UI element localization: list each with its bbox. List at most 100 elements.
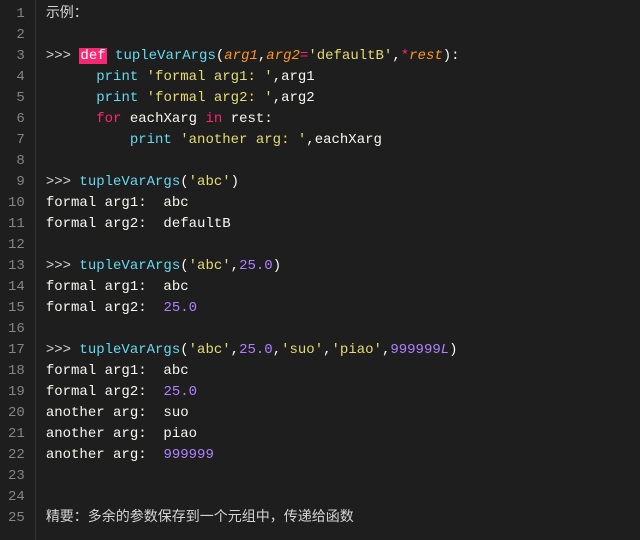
- line-number: 3: [8, 46, 25, 67]
- line-number: 14: [8, 277, 25, 298]
- identifier: rest: [231, 111, 265, 127]
- identifier: eachXarg: [315, 132, 382, 148]
- gutter: 1 2 3 4 5 6 7 8 9 10 11 12 13 14 15 16 1…: [0, 0, 36, 540]
- code-line: formal arg1: abc: [46, 277, 640, 298]
- comma: ,: [231, 258, 239, 274]
- keyword-in: in: [205, 111, 222, 127]
- code-line: 示例：: [46, 4, 640, 25]
- line-number: 8: [8, 151, 25, 172]
- line-number: 22: [8, 445, 25, 466]
- line-number: 25: [8, 508, 25, 529]
- code-line: formal arg2: 25.0: [46, 382, 640, 403]
- code-area[interactable]: 示例： >>> def tupleVarArgs(arg1,arg2='defa…: [36, 0, 640, 540]
- paren-open: (: [180, 174, 188, 190]
- space: [107, 48, 115, 64]
- keyword-print: print: [96, 90, 138, 106]
- comma: ,: [273, 342, 281, 358]
- paren-close: ): [231, 174, 239, 190]
- string-literal: 'defaultB': [308, 48, 392, 64]
- line-number: 7: [8, 130, 25, 151]
- param: rest: [409, 48, 443, 64]
- repl-prompt: >>>: [46, 48, 80, 64]
- number-literal: 25.0: [239, 258, 273, 274]
- line-number: 9: [8, 172, 25, 193]
- function-name: tupleVarArgs: [115, 48, 216, 64]
- code-line: formal arg2: 25.0: [46, 298, 640, 319]
- line-number: 17: [8, 340, 25, 361]
- line-number: 2: [8, 25, 25, 46]
- line-number: 10: [8, 193, 25, 214]
- space: [172, 132, 180, 148]
- comment-text: 精要：多余的参数保存到一个元组中，传递给函数: [46, 510, 354, 526]
- param: arg1: [224, 48, 258, 64]
- code-line: 精要：多余的参数保存到一个元组中，传递给函数: [46, 508, 640, 529]
- comma: ,: [323, 342, 331, 358]
- code-line: >>> tupleVarArgs('abc',25.0): [46, 256, 640, 277]
- output-text: another arg: suo: [46, 405, 189, 421]
- indent: [46, 132, 130, 148]
- indent: [46, 111, 96, 127]
- output-text: formal arg2:: [46, 384, 164, 400]
- number-literal: 25.0: [163, 300, 197, 316]
- line-number: 4: [8, 67, 25, 88]
- code-line: another arg: suo: [46, 403, 640, 424]
- line-number: 18: [8, 361, 25, 382]
- space: [121, 111, 129, 127]
- code-line: [46, 25, 640, 46]
- number-literal: 25.0: [163, 384, 197, 400]
- code-line: [46, 466, 640, 487]
- string-literal: 'suo': [281, 342, 323, 358]
- number-literal: 25.0: [239, 342, 273, 358]
- code-line: [46, 319, 640, 340]
- space: [222, 111, 230, 127]
- string-literal: 'formal arg2: ': [147, 90, 273, 106]
- keyword-for: for: [96, 111, 121, 127]
- long-suffix: L: [441, 342, 449, 358]
- comma: ,: [231, 342, 239, 358]
- string-literal: 'abc': [189, 342, 231, 358]
- line-number: 21: [8, 424, 25, 445]
- output-text: formal arg2: defaultB: [46, 216, 231, 232]
- function-call: tupleVarArgs: [79, 342, 180, 358]
- output-text: formal arg1: abc: [46, 363, 189, 379]
- comment-text: 示例：: [46, 6, 88, 22]
- keyword-print: print: [130, 132, 172, 148]
- comma: ,: [273, 69, 281, 85]
- paren-close: ):: [443, 48, 460, 64]
- function-call: tupleVarArgs: [79, 258, 180, 274]
- code-line: formal arg1: abc: [46, 361, 640, 382]
- code-line: another arg: 999999: [46, 445, 640, 466]
- repl-prompt: >>>: [46, 174, 80, 190]
- code-line: print 'formal arg2: ',arg2: [46, 88, 640, 109]
- number-literal: 999999: [390, 342, 440, 358]
- colon: :: [264, 111, 272, 127]
- indent: [46, 69, 96, 85]
- keyword-print: print: [96, 69, 138, 85]
- code-line: [46, 235, 640, 256]
- identifier: arg1: [281, 69, 315, 85]
- paren-close: ): [273, 258, 281, 274]
- line-number: 16: [8, 319, 25, 340]
- output-text: another arg:: [46, 447, 164, 463]
- space: [138, 69, 146, 85]
- repl-prompt: >>>: [46, 342, 80, 358]
- comma: ,: [273, 90, 281, 106]
- code-line: >>> def tupleVarArgs(arg1,arg2='defaultB…: [46, 46, 640, 67]
- output-text: formal arg1: abc: [46, 195, 189, 211]
- code-editor: 1 2 3 4 5 6 7 8 9 10 11 12 13 14 15 16 1…: [0, 0, 640, 540]
- paren-open: (: [180, 342, 188, 358]
- line-number: 6: [8, 109, 25, 130]
- string-literal: 'formal arg1: ': [147, 69, 273, 85]
- comma: ,: [306, 132, 314, 148]
- code-line: print 'another arg: ',eachXarg: [46, 130, 640, 151]
- code-line: [46, 151, 640, 172]
- param: arg2: [266, 48, 300, 64]
- code-line: >>> tupleVarArgs('abc',25.0,'suo','piao'…: [46, 340, 640, 361]
- string-literal: 'piao': [332, 342, 382, 358]
- number-literal: 999999: [163, 447, 213, 463]
- comma: ,: [392, 48, 400, 64]
- code-line: formal arg1: abc: [46, 193, 640, 214]
- indent: [46, 90, 96, 106]
- line-number: 19: [8, 382, 25, 403]
- operator-star: *: [401, 48, 409, 64]
